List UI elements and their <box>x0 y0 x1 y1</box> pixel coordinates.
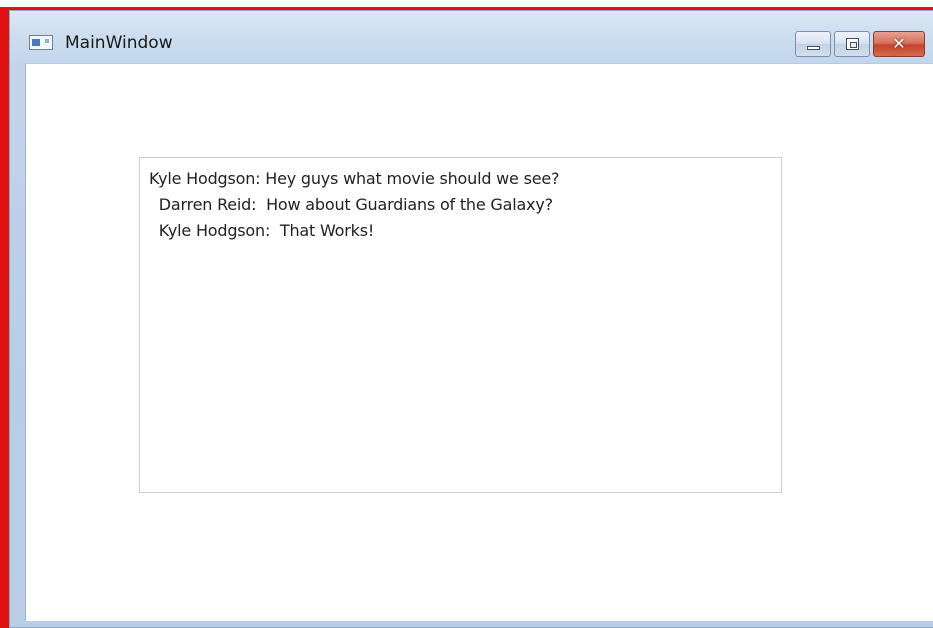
main-window: MainWindow ✕ Kyle Hodgson: Hey guys what… <box>9 10 933 628</box>
app-window-icon[interactable] <box>29 35 53 50</box>
close-button[interactable]: ✕ <box>873 31 925 57</box>
close-icon: ✕ <box>892 34 906 53</box>
red-border-top <box>0 0 933 10</box>
chat-textbox[interactable]: Kyle Hodgson: Hey guys what movie should… <box>139 157 782 493</box>
chat-message: Darren Reid: How about Guardians of the … <box>149 195 553 214</box>
window-client-area: Kyle Hodgson: Hey guys what movie should… <box>25 63 933 621</box>
minimize-button[interactable] <box>795 31 831 57</box>
chat-message: Kyle Hodgson: Hey guys what movie should… <box>149 169 560 188</box>
title-bar[interactable]: MainWindow ✕ <box>10 11 933 63</box>
red-border-left <box>0 7 9 628</box>
chat-message: Kyle Hodgson: That Works! <box>149 221 375 240</box>
screen: MainWindow ✕ Kyle Hodgson: Hey guys what… <box>0 0 933 628</box>
minimize-icon <box>807 46 820 50</box>
maximize-icon <box>846 38 859 50</box>
maximize-button[interactable] <box>834 31 870 57</box>
window-title: MainWindow <box>65 33 173 53</box>
caption-buttons: ✕ <box>792 31 925 58</box>
